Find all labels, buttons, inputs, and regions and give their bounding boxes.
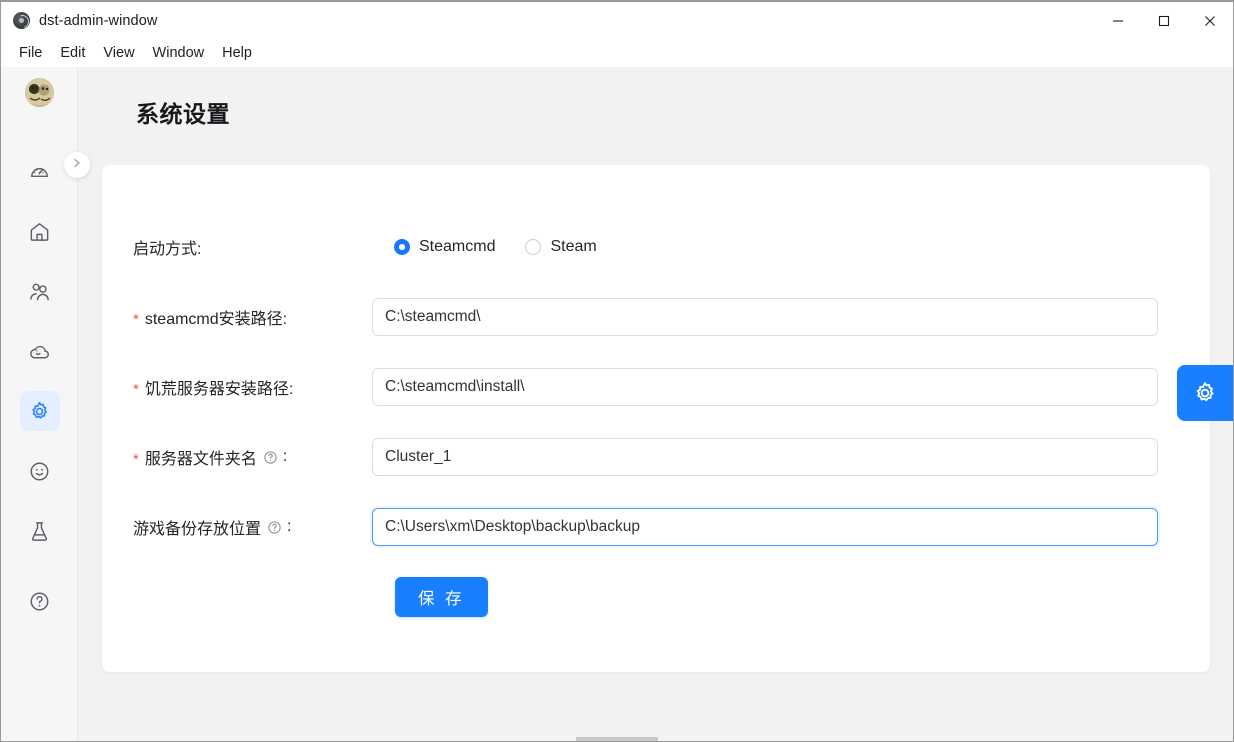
form-row-steamcmd-install-path: * steamcmd安装路径: <box>102 297 1210 337</box>
form-row-startup-mode: 启动方式: Steamcmd Steam <box>102 227 1210 267</box>
label-colon: : <box>282 448 288 465</box>
gear-icon <box>1192 380 1218 406</box>
users-icon <box>28 280 51 303</box>
window-title: dst-admin-window <box>39 12 158 29</box>
gear-icon <box>28 400 51 423</box>
radio-dot-steam <box>525 239 542 255</box>
radio-steam[interactable]: Steam <box>525 238 597 256</box>
sidebar-item-mood[interactable] <box>1 441 78 501</box>
radio-dot-steamcmd <box>394 239 410 255</box>
sidebar-item-settings[interactable] <box>1 381 78 441</box>
radio-label-steamcmd: Steamcmd <box>419 238 496 255</box>
title-bar-left: dst-admin-window <box>1 12 157 29</box>
steamcmd-install-path-label: * steamcmd安装路径: <box>102 305 372 329</box>
cloud-icon <box>28 340 51 363</box>
dst-server-install-path-label: * 饥荒服务器安装路径: <box>102 375 372 399</box>
menu-item-help[interactable]: Help <box>213 43 261 63</box>
home-icon <box>28 220 51 243</box>
startup-mode-radio-group: Steamcmd Steam <box>394 238 597 256</box>
server-folder-name-label: * 服务器文件夹名 : <box>102 445 372 469</box>
page-title: 系统设置 <box>136 101 230 127</box>
window-controls <box>1095 2 1233 39</box>
menu-item-window[interactable]: Window <box>144 43 214 63</box>
application-window: dst-admin-window File Edit View Window H… <box>0 0 1234 742</box>
form-row-server-folder-name: * 服务器文件夹名 : <box>102 437 1210 477</box>
required-asterisk: * <box>133 310 139 328</box>
sidebar-item-help[interactable] <box>1 571 78 631</box>
sidebar <box>1 67 90 741</box>
menu-bar: File Edit View Window Help <box>1 39 1233 67</box>
user-avatar[interactable] <box>25 78 54 107</box>
minimize-icon[interactable] <box>1095 2 1141 39</box>
question-circle-icon[interactable] <box>263 450 278 465</box>
close-icon[interactable] <box>1187 2 1233 39</box>
smiley-icon <box>28 460 51 483</box>
server-folder-name-input[interactable] <box>372 438 1158 476</box>
app-viewport: 系统设置 启动方式: Steamcmd Steam * steamcmd安装路径… <box>1 67 1233 741</box>
atom-logo-icon <box>13 12 30 29</box>
maximize-icon[interactable] <box>1141 2 1187 39</box>
sidebar-nav <box>1 141 78 631</box>
required-asterisk: * <box>133 450 139 468</box>
radio-label-steam: Steam <box>550 238 597 255</box>
dst-server-install-path-input[interactable] <box>372 368 1158 406</box>
required-asterisk: * <box>133 380 139 398</box>
main-content: 系统设置 启动方式: Steamcmd Steam * steamcmd安装路径… <box>79 67 1233 741</box>
save-button[interactable]: 保 存 <box>395 577 488 617</box>
question-circle-icon <box>28 590 51 613</box>
save-row: 保 存 <box>395 577 488 617</box>
dashboard-gauge-icon <box>28 160 51 183</box>
question-circle-icon[interactable] <box>267 520 282 535</box>
sidebar-item-lab[interactable] <box>1 501 78 561</box>
window-resize-nub <box>576 737 658 741</box>
label-text: 饥荒服务器安装路径: <box>144 381 294 398</box>
radio-steamcmd[interactable]: Steamcmd <box>394 238 495 256</box>
game-backup-location-input[interactable] <box>372 508 1158 546</box>
label-text: 服务器文件夹名 <box>144 451 257 468</box>
avatar-container <box>1 78 78 107</box>
startup-mode-label: 启动方式: <box>133 241 202 258</box>
chevron-right-icon <box>71 156 83 174</box>
menu-item-edit[interactable]: Edit <box>51 43 94 63</box>
sidebar-expand-button[interactable] <box>64 152 90 178</box>
game-backup-location-label: 游戏备份存放位置 : <box>102 515 372 539</box>
sidebar-item-cloud[interactable] <box>1 321 78 381</box>
flask-icon <box>28 520 51 543</box>
menu-item-view[interactable]: View <box>94 43 143 63</box>
menu-item-file[interactable]: File <box>10 43 51 63</box>
form-row-dst-server-install-path: * 饥荒服务器安装路径: <box>102 367 1210 407</box>
steamcmd-install-path-input[interactable] <box>372 298 1158 336</box>
sidebar-item-home[interactable] <box>1 201 78 261</box>
settings-card: 启动方式: Steamcmd Steam * steamcmd安装路径: C:\… <box>102 165 1210 672</box>
floating-settings-button[interactable] <box>1177 365 1233 421</box>
sidebar-item-players[interactable] <box>1 261 78 321</box>
title-bar: dst-admin-window <box>1 2 1233 39</box>
label-colon: : <box>287 518 292 535</box>
label-text: steamcmd安装路径: <box>144 311 288 328</box>
label-text: 游戏备份存放位置 <box>133 521 262 538</box>
form-row-game-backup-location: 游戏备份存放位置 : <box>102 507 1210 547</box>
